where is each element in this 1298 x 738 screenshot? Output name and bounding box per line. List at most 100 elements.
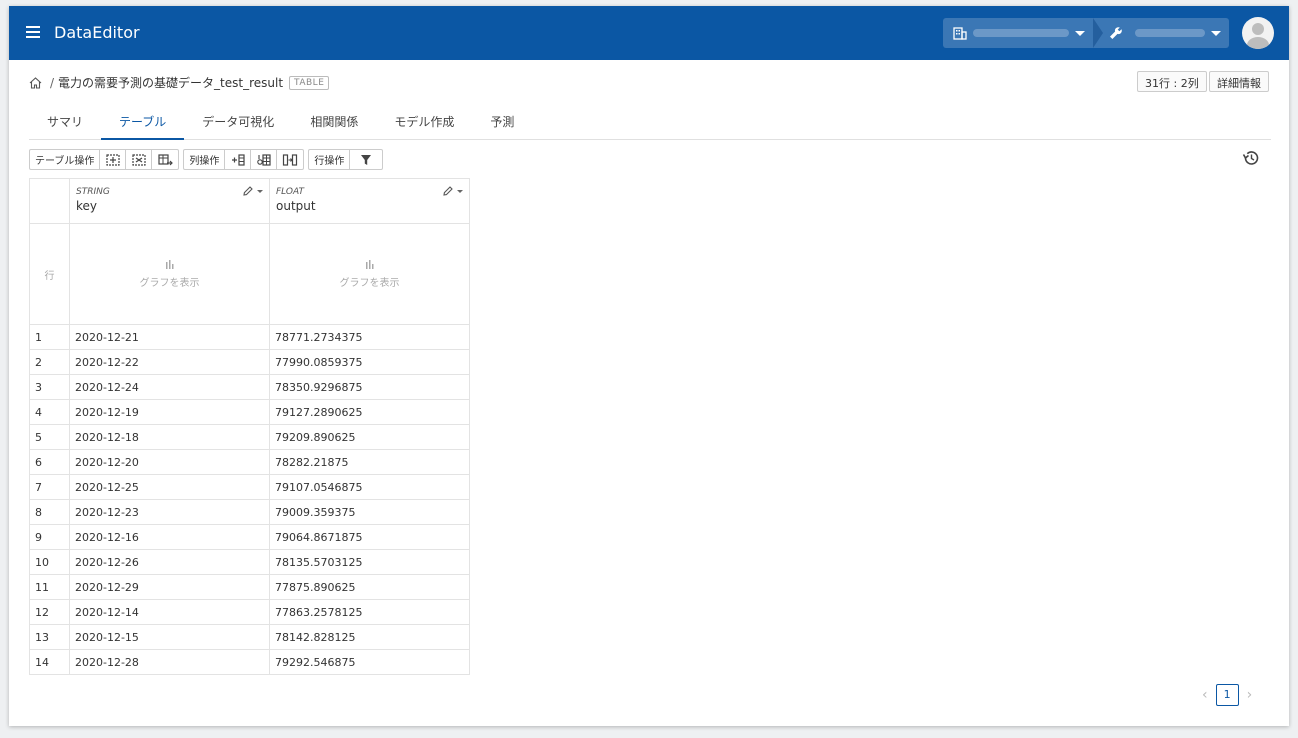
cell-output[interactable]: 79292.546875 [269,649,470,675]
row-number: 7 [29,474,70,500]
cell-key[interactable]: 2020-12-21 [69,324,270,350]
history-icon[interactable] [1242,149,1260,167]
cell-key[interactable]: 2020-12-19 [69,399,270,425]
table-ops-button[interactable]: テーブル操作 [30,150,101,169]
cell-key[interactable]: 2020-12-20 [69,449,270,475]
table-merge-icon[interactable] [126,150,153,169]
row-number: 5 [29,424,70,450]
table-row: 11 2020-12-29 77875.890625 [29,574,470,600]
column-type: FLOAT [276,187,304,197]
table-ops-group: テーブル操作 [29,149,180,170]
show-chart-output[interactable]: グラフを表示 [269,223,470,325]
row-number: 12 [29,599,70,625]
table-row: 5 2020-12-18 79209.890625 [29,424,470,450]
table-row: 12 2020-12-14 77863.2578125 [29,599,470,625]
column-header-output[interactable]: FLOAT output [269,178,470,224]
cell-key[interactable]: 2020-12-18 [69,424,270,450]
row-number: 3 [29,374,70,400]
wrench-icon [1110,27,1122,39]
details-button[interactable]: 詳細情報 [1209,71,1269,92]
row-number: 4 [29,399,70,425]
row-number: 1 [29,324,70,350]
row-header-label: 行 [29,223,70,325]
cell-output[interactable]: 77875.890625 [269,574,470,600]
page-number-button[interactable]: 1 [1215,684,1239,706]
table-row: 6 2020-12-20 78282.21875 [29,449,470,475]
toolbar: テーブル操作 列操作 行操作 [29,149,387,170]
cell-key[interactable]: 2020-12-28 [69,649,270,675]
cell-key[interactable]: 2020-12-25 [69,474,270,500]
column-formula-icon[interactable] [251,150,278,169]
cell-output[interactable]: 78142.828125 [269,624,470,650]
next-page-icon[interactable]: › [1247,687,1253,703]
column-header-key[interactable]: STRING key [69,178,270,224]
cell-output[interactable]: 78771.2734375 [269,324,470,350]
row-number: 9 [29,524,70,550]
pagination: ‹ 1 › [1202,684,1252,706]
top-bar: DataEditor [9,6,1289,60]
tab-prediction[interactable]: 予測 [472,104,532,140]
user-avatar[interactable] [1242,17,1274,49]
tab-table[interactable]: テーブル [101,104,185,140]
row-number: 10 [29,549,70,575]
cell-output[interactable]: 79009.359375 [269,499,470,525]
cell-output[interactable]: 79107.0546875 [269,474,470,500]
row-number: 2 [29,349,70,375]
row-number: 13 [29,624,70,650]
data-table: STRING key FLOAT output 行 グラフを表示 グラフを表示 … [29,178,470,675]
chevron-down-icon [1211,31,1221,36]
table-row: 3 2020-12-24 78350.9296875 [29,374,470,400]
show-chart-label: グラフを表示 [339,278,400,289]
home-icon[interactable] [29,76,42,89]
cell-output[interactable]: 79127.2890625 [269,399,470,425]
prev-page-icon[interactable]: ‹ [1202,687,1208,703]
column-ops-group: 列操作 [183,149,305,170]
cell-output[interactable]: 77863.2578125 [269,599,470,625]
column-edit-menu[interactable] [242,185,263,197]
row-ops-button[interactable]: 行操作 [309,150,351,169]
cell-key[interactable]: 2020-12-14 [69,599,270,625]
tab-correlation[interactable]: 相関関係 [292,104,376,140]
table-row: 2 2020-12-22 77990.0859375 [29,349,470,375]
table-expand-icon[interactable] [100,150,127,169]
tab-visualization[interactable]: データ可視化 [184,104,292,140]
bar-chart-icon [365,260,373,269]
organization-name-blurred [973,29,1069,37]
cell-output[interactable]: 79209.890625 [269,424,470,450]
cell-output[interactable]: 79064.8671875 [269,524,470,550]
table-name: 電力の需要予測の基礎データ_test_result [58,76,284,90]
cell-key[interactable]: 2020-12-16 [69,524,270,550]
split-column-icon[interactable] [277,150,303,169]
cell-key[interactable]: 2020-12-23 [69,499,270,525]
pencil-icon [443,186,453,196]
table-row: 4 2020-12-19 79127.2890625 [29,399,470,425]
cell-key[interactable]: 2020-12-26 [69,549,270,575]
hamburger-menu-icon[interactable] [26,26,40,38]
cell-output[interactable]: 77990.0859375 [269,349,470,375]
selector-separator [1093,18,1103,48]
add-column-icon[interactable] [225,150,252,169]
building-icon [953,27,967,40]
row-column-count-button[interactable]: 31行 : 2列 [1137,71,1207,92]
table-row: 14 2020-12-28 79292.546875 [29,649,470,675]
organization-select[interactable] [943,18,1093,48]
tab-summary[interactable]: サマリ [29,104,101,140]
cell-output[interactable]: 78135.5703125 [269,549,470,575]
project-select[interactable] [1093,18,1229,48]
filter-icon[interactable] [350,150,382,169]
cell-output[interactable]: 78350.9296875 [269,374,470,400]
tab-bar: サマリ テーブル データ可視化 相関関係 モデル作成 予測 [29,104,1271,140]
cell-key[interactable]: 2020-12-24 [69,374,270,400]
app-title: DataEditor [54,23,140,42]
table-export-icon[interactable] [152,150,178,169]
cell-key[interactable]: 2020-12-22 [69,349,270,375]
show-chart-key[interactable]: グラフを表示 [69,223,270,325]
app-window: DataEditor / 電力の需要予測の基礎データ_test_result T… [9,6,1289,726]
cell-key[interactable]: 2020-12-29 [69,574,270,600]
column-ops-button[interactable]: 列操作 [184,150,226,169]
cell-key[interactable]: 2020-12-15 [69,624,270,650]
column-edit-menu[interactable] [442,185,463,197]
row-number: 14 [29,649,70,675]
cell-output[interactable]: 78282.21875 [269,449,470,475]
tab-model-creation[interactable]: モデル作成 [376,104,472,140]
